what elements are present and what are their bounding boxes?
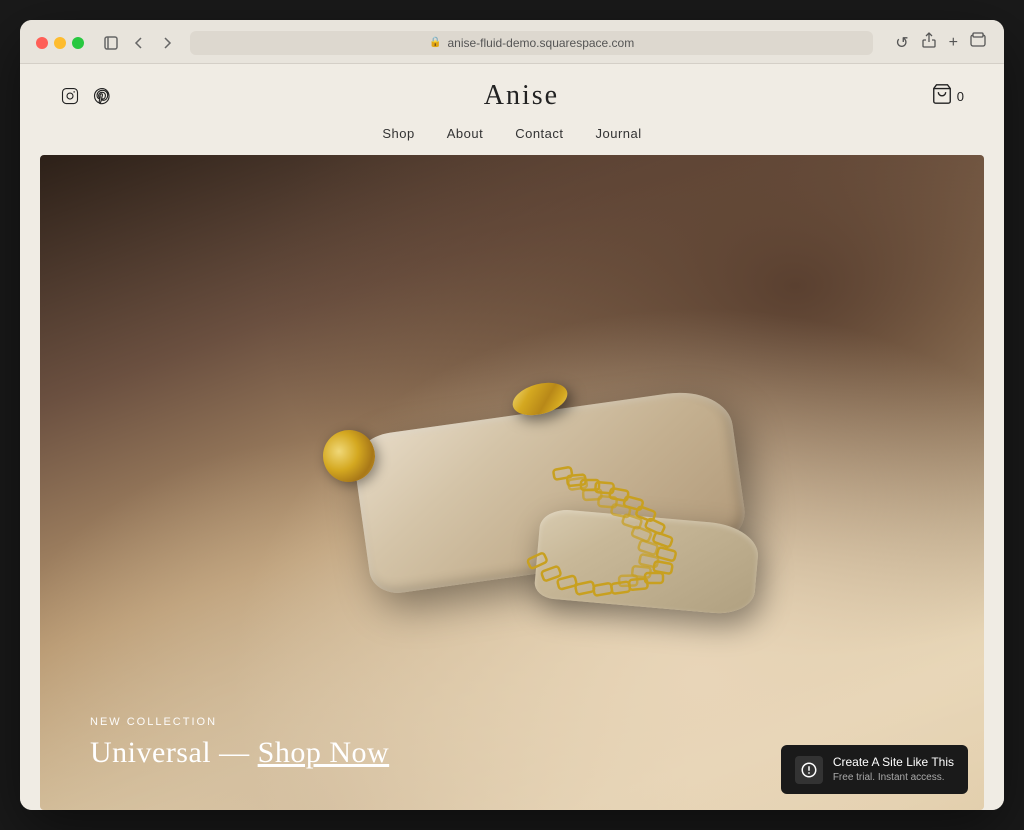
lock-icon: 🔒 — [429, 37, 441, 48]
sidebar-toggle-button[interactable] — [100, 34, 122, 52]
squarespace-badge-text: Create A Site Like This Free trial. Inst… — [833, 755, 954, 784]
hero-section: NEW COLLECTION Universal — Shop Now Crea… — [40, 155, 984, 810]
hero-headline: Universal — Shop Now — [90, 736, 389, 770]
browser-actions: ↺ + — [893, 30, 988, 55]
nav-journal[interactable]: Journal — [596, 126, 642, 141]
cart-icon — [931, 83, 953, 110]
headline-prefix: Universal — — [90, 736, 258, 769]
header-top: Anise 0 — [60, 64, 964, 120]
shop-now-button[interactable]: Shop Now — [258, 736, 390, 769]
browser-chrome: 🔒 anise-fluid-demo.squarespace.com ↺ + — [20, 20, 1004, 64]
hero-text-overlay: NEW COLLECTION Universal — Shop Now — [90, 716, 389, 770]
nav-about[interactable]: About — [447, 126, 483, 141]
website-content: Anise 0 Shop About Cont — [20, 64, 1004, 810]
nav-shop[interactable]: Shop — [382, 126, 414, 141]
address-bar[interactable]: 🔒 anise-fluid-demo.squarespace.com — [190, 31, 873, 55]
site-title: Anise — [112, 80, 931, 112]
cart-button[interactable]: 0 — [931, 83, 964, 110]
browser-nav-controls — [100, 34, 178, 52]
social-icons — [60, 86, 112, 106]
hero-scene — [40, 155, 984, 810]
squarespace-logo-icon — [795, 756, 823, 784]
tabs-overview-button[interactable] — [968, 30, 988, 55]
squarespace-badge[interactable]: Create A Site Like This Free trial. Inst… — [781, 745, 968, 794]
share-button[interactable] — [919, 30, 939, 55]
nav-contact[interactable]: Contact — [515, 126, 563, 141]
site-nav: Shop About Contact Journal — [60, 120, 964, 155]
badge-subtitle: Free trial. Instant access. — [833, 771, 954, 784]
badge-title: Create A Site Like This — [833, 755, 954, 771]
pinterest-link[interactable] — [92, 86, 112, 106]
url-text: anise-fluid-demo.squarespace.com — [447, 36, 634, 50]
traffic-lights — [36, 37, 84, 49]
instagram-link[interactable] — [60, 86, 80, 106]
close-button[interactable] — [36, 37, 48, 49]
browser-window: 🔒 anise-fluid-demo.squarespace.com ↺ + — [20, 20, 1004, 810]
collection-label: NEW COLLECTION — [90, 716, 389, 728]
fullscreen-button[interactable] — [72, 37, 84, 49]
forward-button[interactable] — [156, 34, 178, 52]
minimize-button[interactable] — [54, 37, 66, 49]
chain-decoration — [493, 450, 773, 630]
cart-count: 0 — [957, 89, 964, 104]
new-tab-button[interactable]: + — [947, 32, 960, 54]
site-header: Anise 0 Shop About Cont — [20, 64, 1004, 155]
back-button[interactable] — [128, 34, 150, 52]
reload-button[interactable]: ↺ — [893, 31, 910, 55]
